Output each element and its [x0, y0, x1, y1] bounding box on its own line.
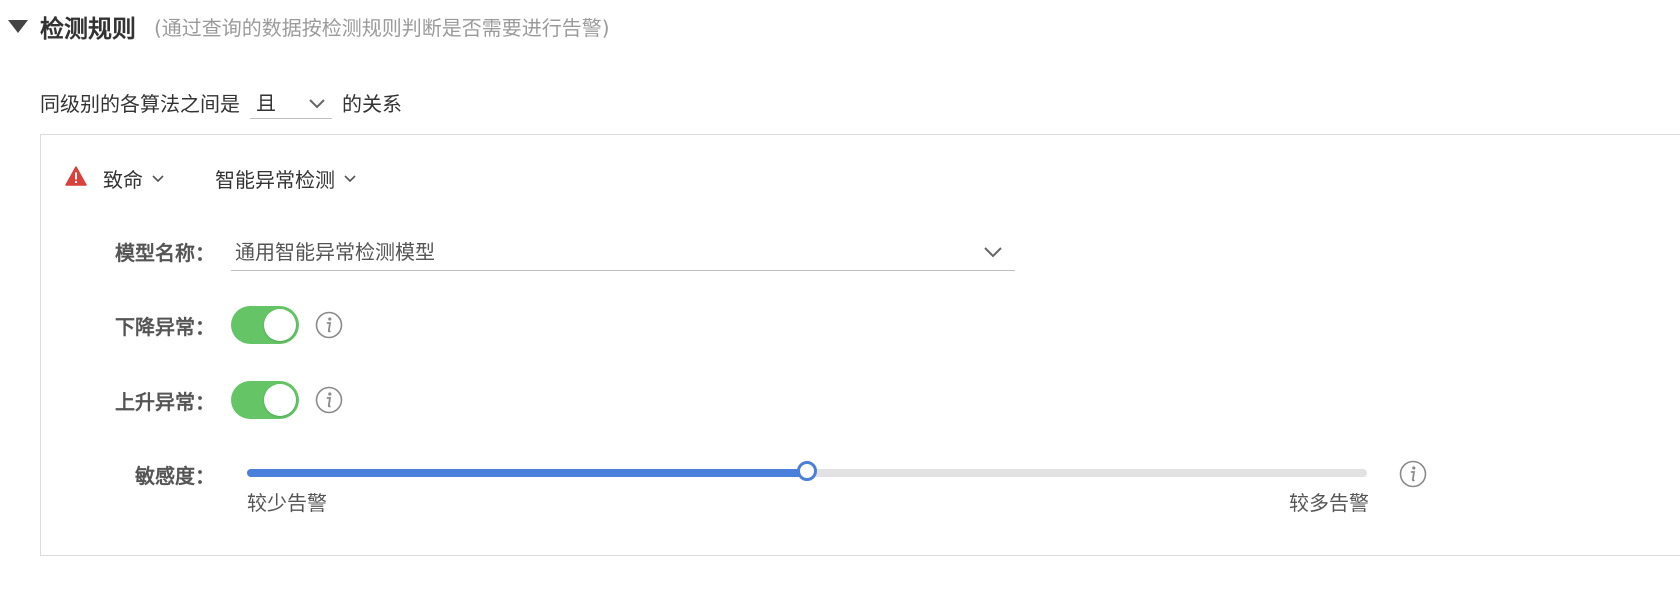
decline-anomaly-label: 下降异常：: [115, 314, 215, 339]
chevron-down-icon: [343, 173, 357, 183]
info-icon[interactable]: [315, 311, 343, 339]
alert-level-select[interactable]: 致命: [65, 164, 165, 193]
relation-suffix-label: 的关系: [342, 91, 402, 116]
rise-anomaly-row: 上升异常：: [41, 380, 343, 420]
section-description: (通过查询的数据按检测规则判断是否需要进行告警): [154, 15, 610, 40]
toggle-knob: [264, 309, 296, 341]
relation-select[interactable]: 且: [250, 85, 332, 119]
algorithm-select[interactable]: 智能异常检测: [215, 164, 357, 193]
model-select[interactable]: 通用智能异常检测模型: [231, 231, 1015, 271]
rise-anomaly-label: 上升异常：: [115, 389, 215, 414]
chevron-down-icon: [983, 239, 1003, 263]
slider-max-label: 较多告警: [1289, 491, 1369, 515]
rule-card-header: 致命 智能异常检测: [65, 161, 357, 195]
alert-level-label: 致命: [103, 167, 143, 192]
info-icon[interactable]: [1399, 460, 1427, 488]
info-icon[interactable]: [315, 386, 343, 414]
slider-fill: [247, 469, 807, 477]
chevron-down-icon: [308, 90, 326, 114]
model-row: 模型名称： 通用智能异常检测模型: [41, 231, 1015, 271]
decline-anomaly-toggle[interactable]: [231, 306, 299, 344]
section-header: 检测规则 (通过查询的数据按检测规则判断是否需要进行告警): [6, 8, 610, 44]
algorithm-label: 智能异常检测: [215, 167, 335, 192]
rule-card: 致命 智能异常检测 模型名称： 通用智能异常检测模型 下降异常： 上升异常： 敏…: [40, 134, 1680, 556]
sensitivity-row: 敏感度：: [41, 454, 231, 494]
warning-triangle-icon: [65, 165, 87, 191]
section-title: 检测规则: [40, 14, 136, 43]
model-select-value: 通用智能异常检测模型: [235, 240, 435, 264]
slider-thumb[interactable]: [797, 461, 817, 481]
rise-anomaly-toggle[interactable]: [231, 381, 299, 419]
collapse-triangle-icon[interactable]: [6, 14, 30, 38]
slider-min-label: 较少告警: [247, 491, 327, 515]
relation-prefix-label: 同级别的各算法之间是: [40, 91, 240, 116]
sensitivity-slider[interactable]: 较少告警 较多告警: [247, 455, 1369, 515]
model-label: 模型名称：: [115, 240, 215, 265]
relation-select-value: 且: [256, 91, 276, 115]
chevron-down-icon: [151, 173, 165, 183]
algorithm-relation-row: 同级别的各算法之间是 且 的关系: [40, 84, 402, 120]
toggle-knob: [264, 384, 296, 416]
decline-anomaly-row: 下降异常：: [41, 305, 343, 345]
sensitivity-label: 敏感度：: [135, 463, 215, 488]
